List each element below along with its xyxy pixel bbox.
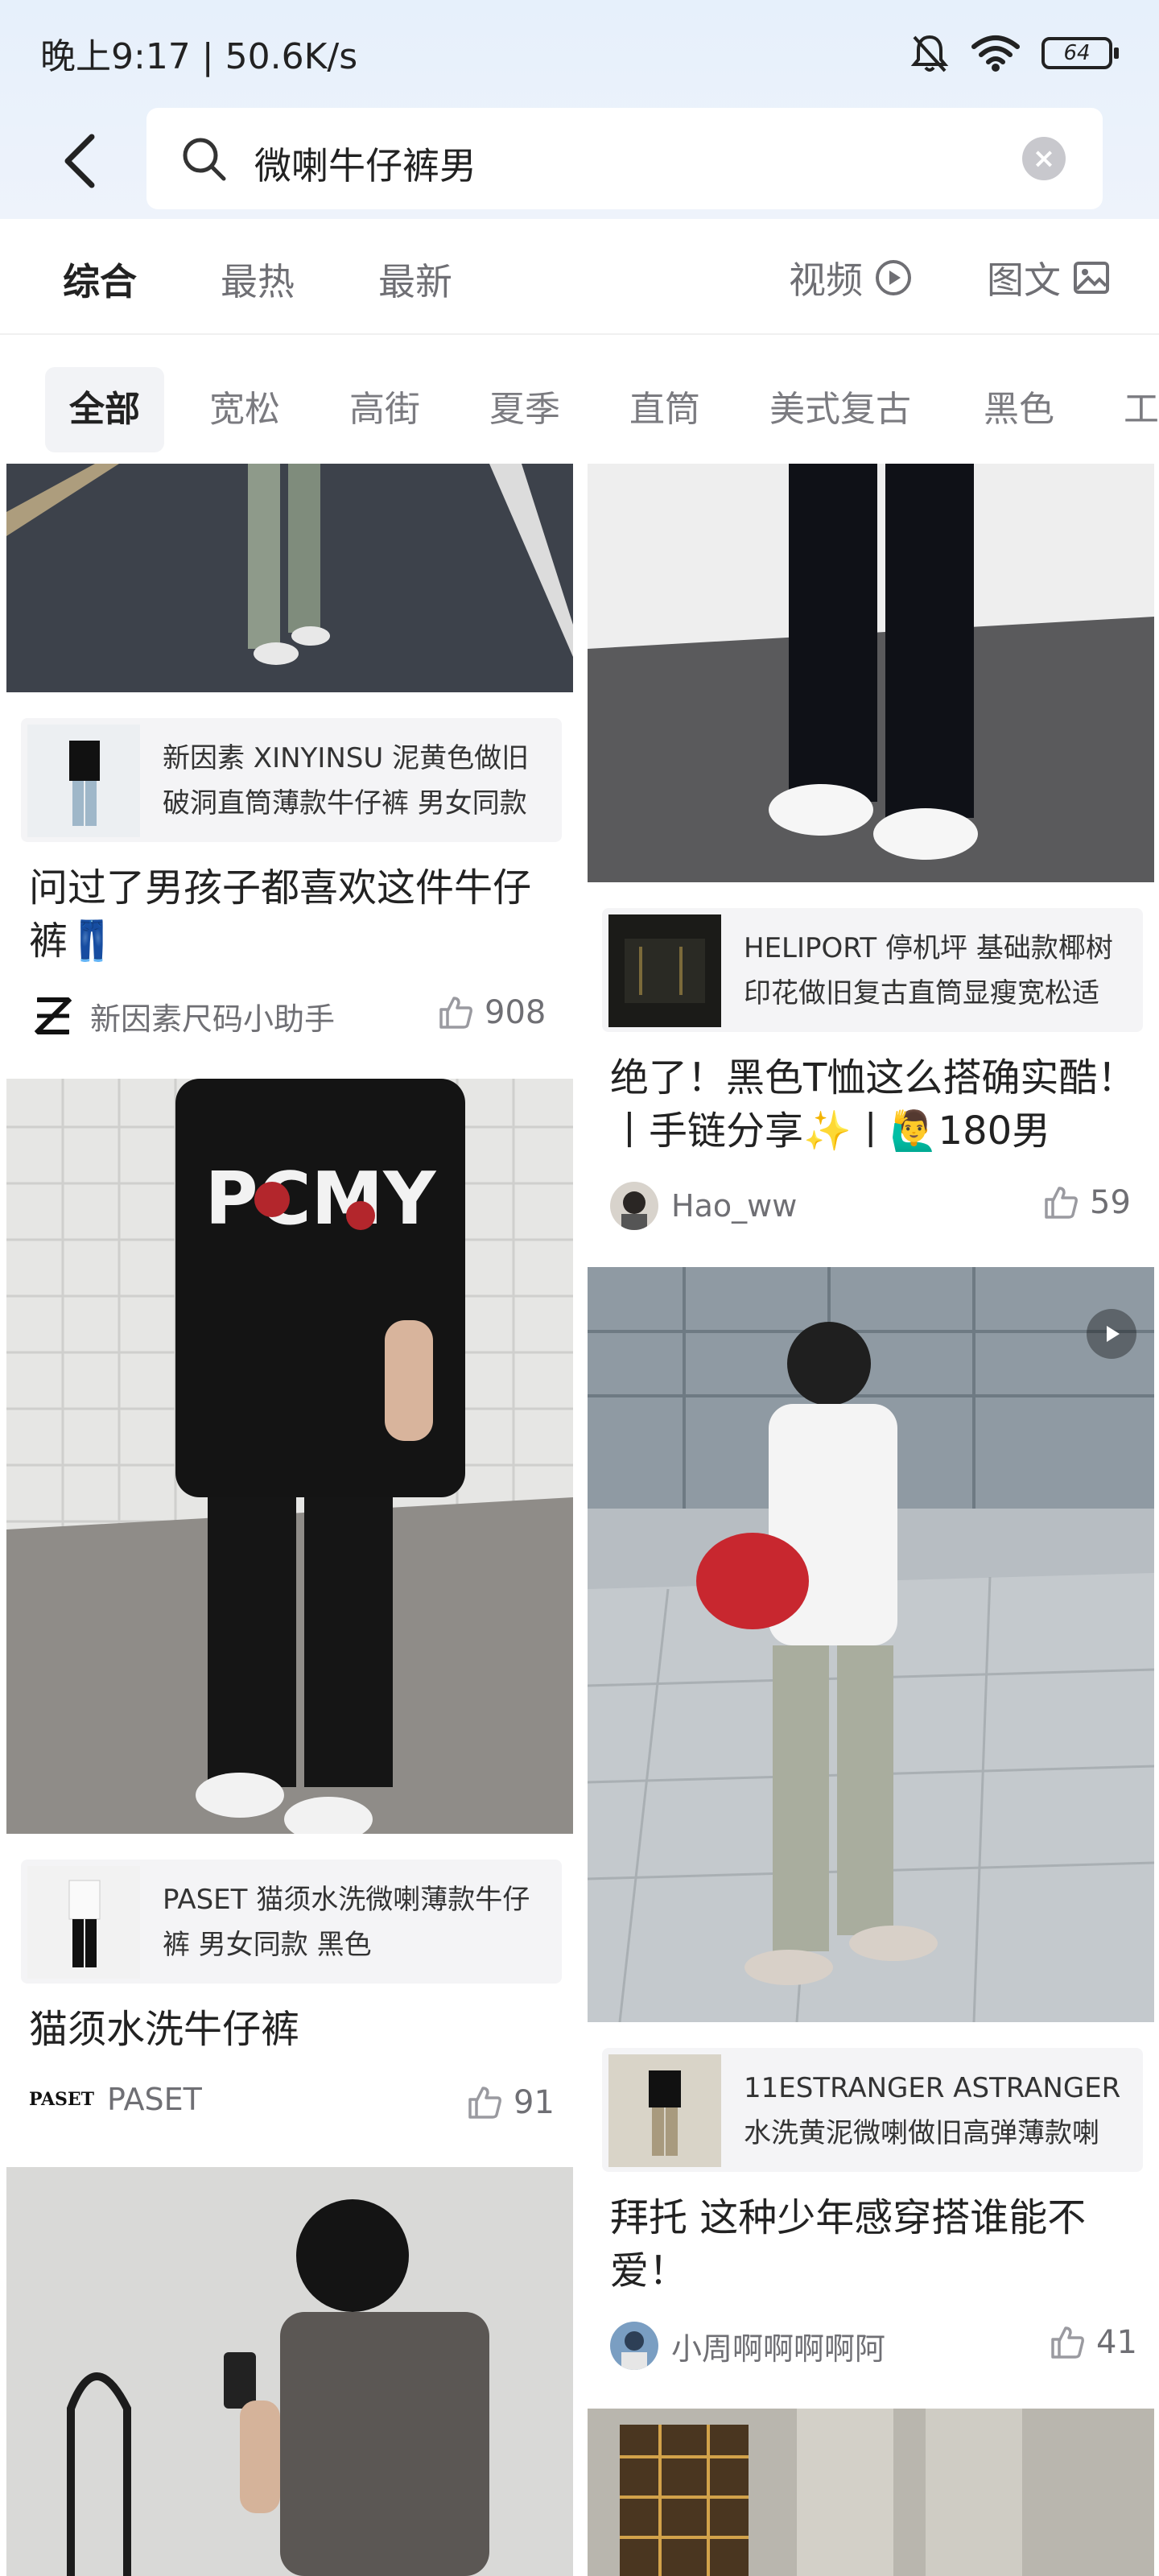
product-card[interactable]: 新因素 XINYINSU 泥黄色做旧破洞直筒薄款牛仔裤 男女同款 (21, 718, 562, 842)
battery-level: 64 (1063, 41, 1091, 65)
mute-bell-icon (910, 35, 949, 72)
brand-logo: PASET (29, 2089, 95, 2110)
tab-video[interactable]: 视频 (789, 251, 913, 304)
post-image[interactable]: PCMY (6, 1079, 573, 1834)
tab-image-text[interactable]: 图文 (987, 251, 1111, 304)
image-icon (1074, 262, 1109, 294)
like-count: 41 (1096, 2324, 1137, 2361)
product-title: 11ESTRANGER ASTRANGER 水洗黄泥微喇做旧高弹薄款喇 (744, 2072, 1121, 2149)
like-button[interactable]: 91 (465, 2083, 555, 2122)
post-author[interactable]: PASET PASET (29, 2082, 202, 2117)
post-author[interactable]: 小周啊啊啊啊阿 (610, 2322, 885, 2370)
street-walk-photo (588, 1267, 1154, 2022)
like-button[interactable]: 59 (1041, 1183, 1131, 1222)
chip-straight[interactable]: 直筒 (605, 367, 724, 452)
post-image[interactable] (588, 464, 1154, 882)
chip-all[interactable]: 全部 (45, 367, 164, 452)
product-card[interactable]: HELIPORT 停机坪 基础款椰树印花做旧复古直筒显瘦宽松适 (602, 908, 1143, 1032)
battery-indicator: 64 (1041, 37, 1119, 69)
like-button[interactable]: 908 (436, 993, 546, 1032)
post-author[interactable]: 新因素尺码小助手 (29, 992, 335, 1040)
thumbs-up-icon (1045, 1187, 1078, 1219)
play-circle-icon (876, 260, 911, 295)
post-title[interactable]: 绝了！黑色T恤这么搭确实酷！丨手链分享✨丨🙋‍♂️180男 (610, 1051, 1141, 1158)
product-title: 新因素 XINYINSU 泥黄色做旧破洞直筒薄款牛仔裤 男女同款 (163, 742, 530, 819)
chip-high-street[interactable]: 高街 (325, 367, 444, 452)
author-name: 小周啊啊啊啊阿 (671, 2330, 886, 2367)
tab-comprehensive[interactable]: 综合 (63, 253, 137, 306)
chip-loose[interactable]: 宽松 (185, 367, 304, 452)
search-bar[interactable]: 微喇牛仔裤男 × (146, 108, 1103, 209)
like-button[interactable]: 41 (1048, 2323, 1137, 2362)
street-photo (6, 464, 573, 692)
product-thumbnail (608, 914, 721, 1027)
svg-text:PCMY: PCMY (205, 1157, 438, 1241)
chip-summer[interactable]: 夏季 (465, 367, 584, 452)
post-image[interactable] (6, 2167, 573, 2576)
product-thumbnail (27, 724, 140, 837)
mirror-selfie-photo (6, 2167, 573, 2576)
avatar (610, 1182, 658, 1230)
author-name: Hao_ww (671, 1188, 798, 1224)
product-title: HELIPORT 停机坪 基础款椰树印花做旧复古直筒显瘦宽松适 (744, 932, 1113, 1009)
like-count: 59 (1090, 1184, 1131, 1221)
post-title[interactable]: 拜托 这种少年感穿搭谁能不爱！ (610, 2191, 1141, 2297)
chip-american-vintage[interactable]: 美式复古 (745, 367, 935, 452)
tab-newest[interactable]: 最新 (378, 253, 452, 306)
like-count: 91 (514, 2084, 555, 2121)
post-image[interactable] (588, 2409, 1154, 2576)
product-card[interactable]: PASET 猫须水洗微喇薄款牛仔裤 男女同款 黑色 (21, 1860, 562, 1984)
product-thumbnail (27, 1866, 140, 1979)
search-icon (183, 138, 226, 181)
search-input[interactable]: 微喇牛仔裤男 (254, 137, 476, 190)
thumbs-up-icon (439, 997, 472, 1029)
building-photo (588, 2409, 1154, 2576)
author-name: 新因素尺码小助手 (90, 1001, 336, 1037)
post-image[interactable] (6, 464, 573, 692)
post-author[interactable]: Hao_ww (610, 1182, 797, 1230)
jeans-photo (588, 464, 1154, 882)
chip-workwear[interactable]: 工 (1099, 367, 1159, 452)
product-thumbnail (608, 2054, 721, 2167)
wifi-icon (971, 35, 1020, 72)
product-title: PASET 猫须水洗微喇薄款牛仔裤 男女同款 黑色 (163, 1884, 530, 1961)
author-name: PASET (107, 2082, 202, 2117)
tab-image-text-label: 图文 (987, 258, 1061, 302)
video-play-icon (1087, 1309, 1136, 1359)
post-title[interactable]: 问过了男孩子都喜欢这件牛仔裤👖 (29, 861, 560, 968)
status-time: 晚上9:17 | 50.6K/s (40, 36, 358, 77)
avatar (610, 2322, 658, 2370)
like-count: 908 (485, 994, 547, 1031)
outfit-photo: PCMY (6, 1079, 573, 1834)
product-card[interactable]: 11ESTRANGER ASTRANGER 水洗黄泥微喇做旧高弹薄款喇 (602, 2048, 1143, 2172)
post-title[interactable]: 猫须水洗牛仔裤 (29, 2003, 560, 2056)
clear-icon[interactable]: × (1022, 137, 1066, 180)
tab-video-label: 视频 (789, 258, 863, 302)
tab-hottest[interactable]: 最热 (221, 253, 295, 306)
chip-black[interactable]: 黑色 (959, 367, 1079, 452)
post-image[interactable] (588, 1267, 1154, 2022)
tab-bar: 综合 最热 最新 视频 图文 (0, 219, 1159, 335)
avatar (29, 992, 77, 1040)
status-bar: 晚上9:17 | 50.6K/s 64 (0, 0, 1159, 105)
thumbs-up-icon (468, 2087, 501, 2119)
status-icons: 64 (909, 32, 1119, 74)
thumbs-up-icon (1051, 2326, 1084, 2359)
filter-chips: 全部 宽松 高街 夏季 直筒 美式复古 黑色 工 (0, 335, 1159, 464)
back-arrow-icon[interactable] (56, 129, 105, 193)
